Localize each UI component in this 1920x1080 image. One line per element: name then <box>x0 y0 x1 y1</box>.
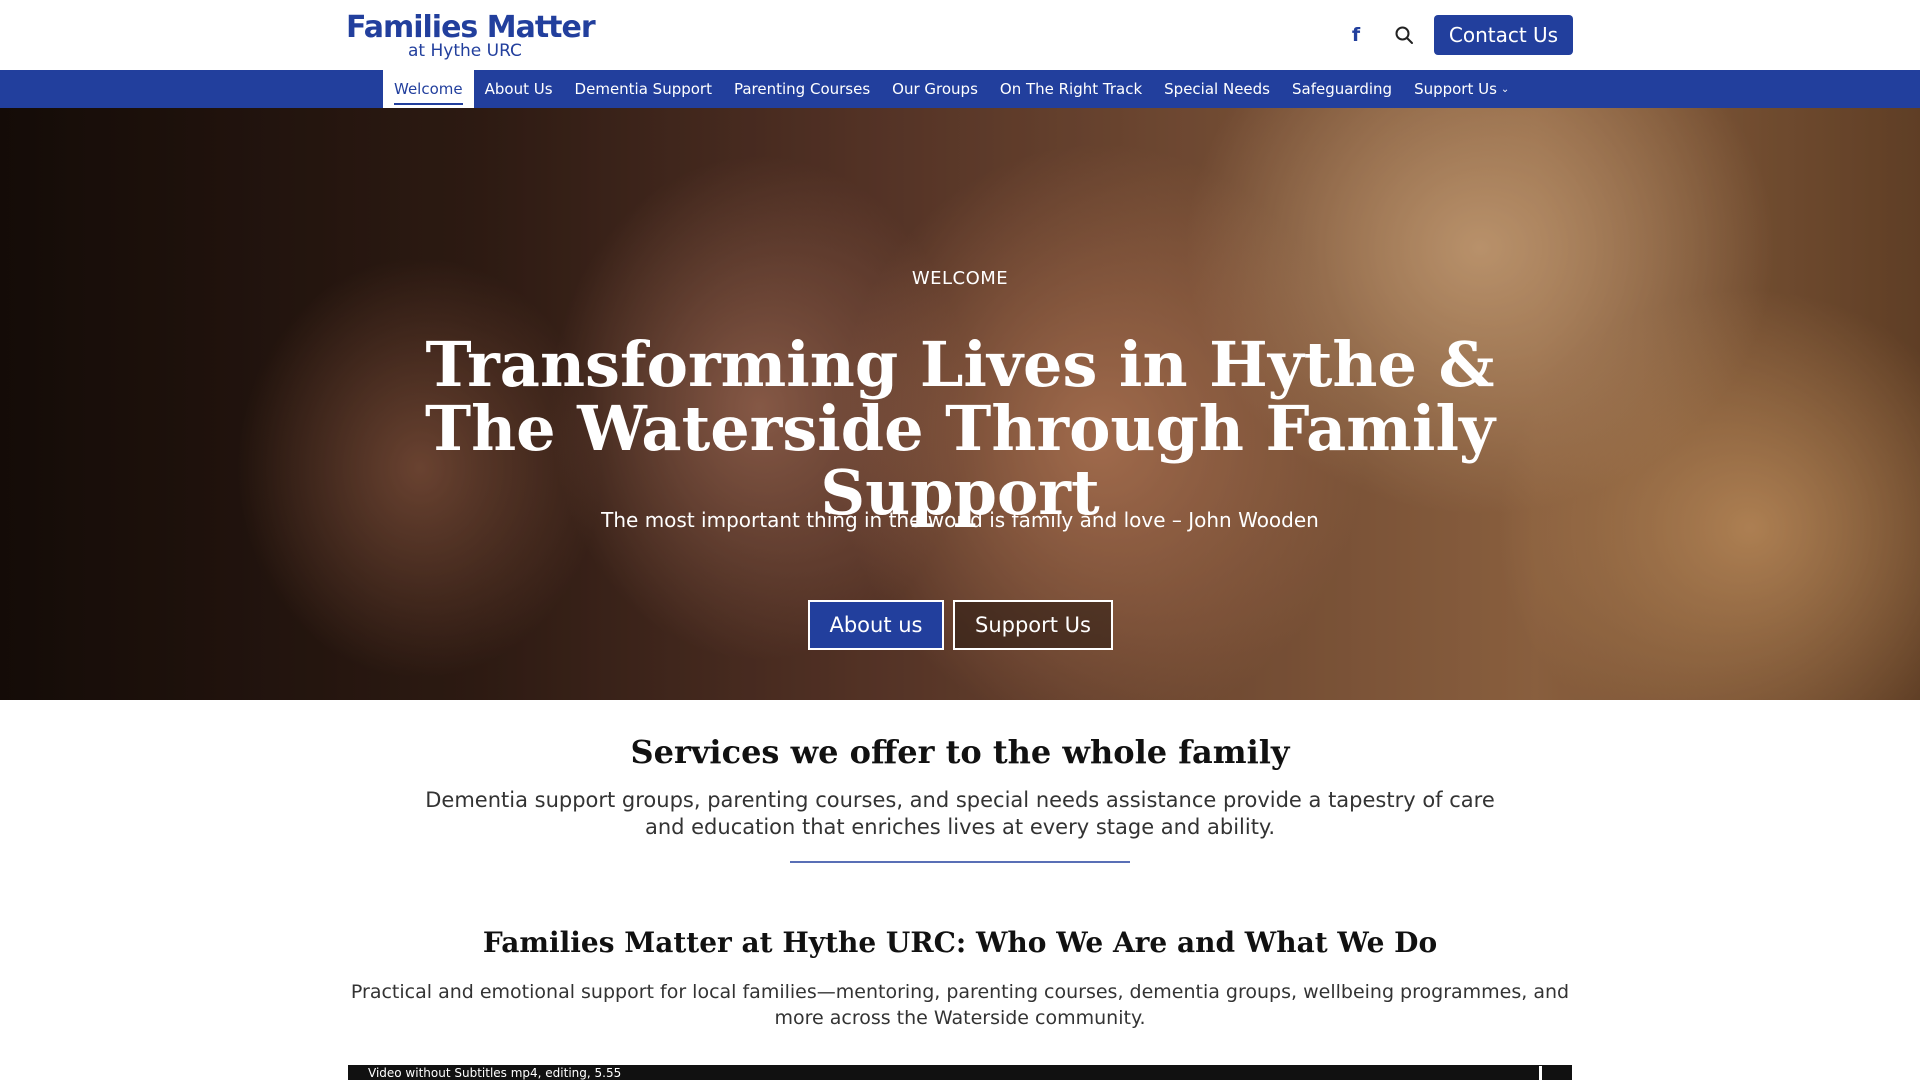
more-options-icon[interactable] <box>1539 1066 1542 1080</box>
nav-item-dementia-support[interactable]: Dementia Support <box>564 70 723 108</box>
hero-banner: WELCOME Transforming Lives in Hythe & Th… <box>0 108 1920 700</box>
hero-title: Transforming Lives in Hythe & The Waters… <box>424 328 1496 529</box>
about-description: Practical and emotional support for loca… <box>350 981 1570 1029</box>
hero-quote: The most important thing in the world is… <box>601 508 1319 532</box>
facebook-icon[interactable]: f <box>1341 20 1371 50</box>
about-us-button[interactable]: About us <box>808 600 944 650</box>
support-us-button[interactable]: Support Us <box>953 600 1113 650</box>
nav-item-welcome[interactable]: Welcome <box>383 70 474 108</box>
nav-item-label: Dementia Support <box>574 80 712 98</box>
nav-item-label: Parenting Courses <box>733 80 871 98</box>
logo-subtitle: at Hythe URC <box>408 41 522 61</box>
nav-item-label: Support Us <box>1414 80 1497 98</box>
nav-item-label: Special Needs <box>1164 80 1270 98</box>
search-icon[interactable] <box>1389 20 1419 50</box>
nav-item-label: Our Groups <box>892 80 978 98</box>
nav-item-label: Welcome <box>394 80 463 98</box>
nav-item-label: On The Right Track <box>999 80 1143 98</box>
nav-item-special-needs[interactable]: Special Needs <box>1153 70 1281 108</box>
nav-items: Welcome About Us Dementia Support Parent… <box>383 70 1520 108</box>
about-heading: Families Matter at Hythe URC: Who We Are… <box>482 926 1438 959</box>
section-divider <box>790 861 1130 863</box>
site-logo[interactable]: Families Matter at Hythe URC <box>346 10 596 61</box>
nav-item-our-groups[interactable]: Our Groups <box>881 70 989 108</box>
logo-title: Families Matter <box>346 10 596 45</box>
services-heading: Services we offer to the whole family <box>630 733 1290 771</box>
nav-item-parenting-courses[interactable]: Parenting Courses <box>723 70 881 108</box>
nav-item-safeguarding[interactable]: Safeguarding <box>1281 70 1403 108</box>
nav-item-label: Safeguarding <box>1291 80 1393 98</box>
nav-item-on-the-right-track[interactable]: On The Right Track <box>989 70 1153 108</box>
site-header: Families Matter at Hythe URC f Contact U… <box>0 0 1920 70</box>
nav-item-about-us[interactable]: About Us <box>474 70 564 108</box>
main-nav: Welcome About Us Dementia Support Parent… <box>0 70 1920 108</box>
nav-item-support-us[interactable]: Support Us ⌄ <box>1403 70 1520 108</box>
contact-us-button[interactable]: Contact Us <box>1434 15 1573 55</box>
hero-eyebrow: WELCOME <box>911 268 1009 289</box>
chevron-down-icon: ⌄ <box>1500 83 1510 95</box>
nav-item-label: About Us <box>484 80 553 98</box>
video-player[interactable]: Video without Subtitles mp4, editing, 5.… <box>348 1065 1572 1080</box>
services-description: Dementia support groups, parenting cours… <box>425 788 1495 839</box>
video-title: Video without Subtitles mp4, editing, 5.… <box>368 1066 622 1080</box>
